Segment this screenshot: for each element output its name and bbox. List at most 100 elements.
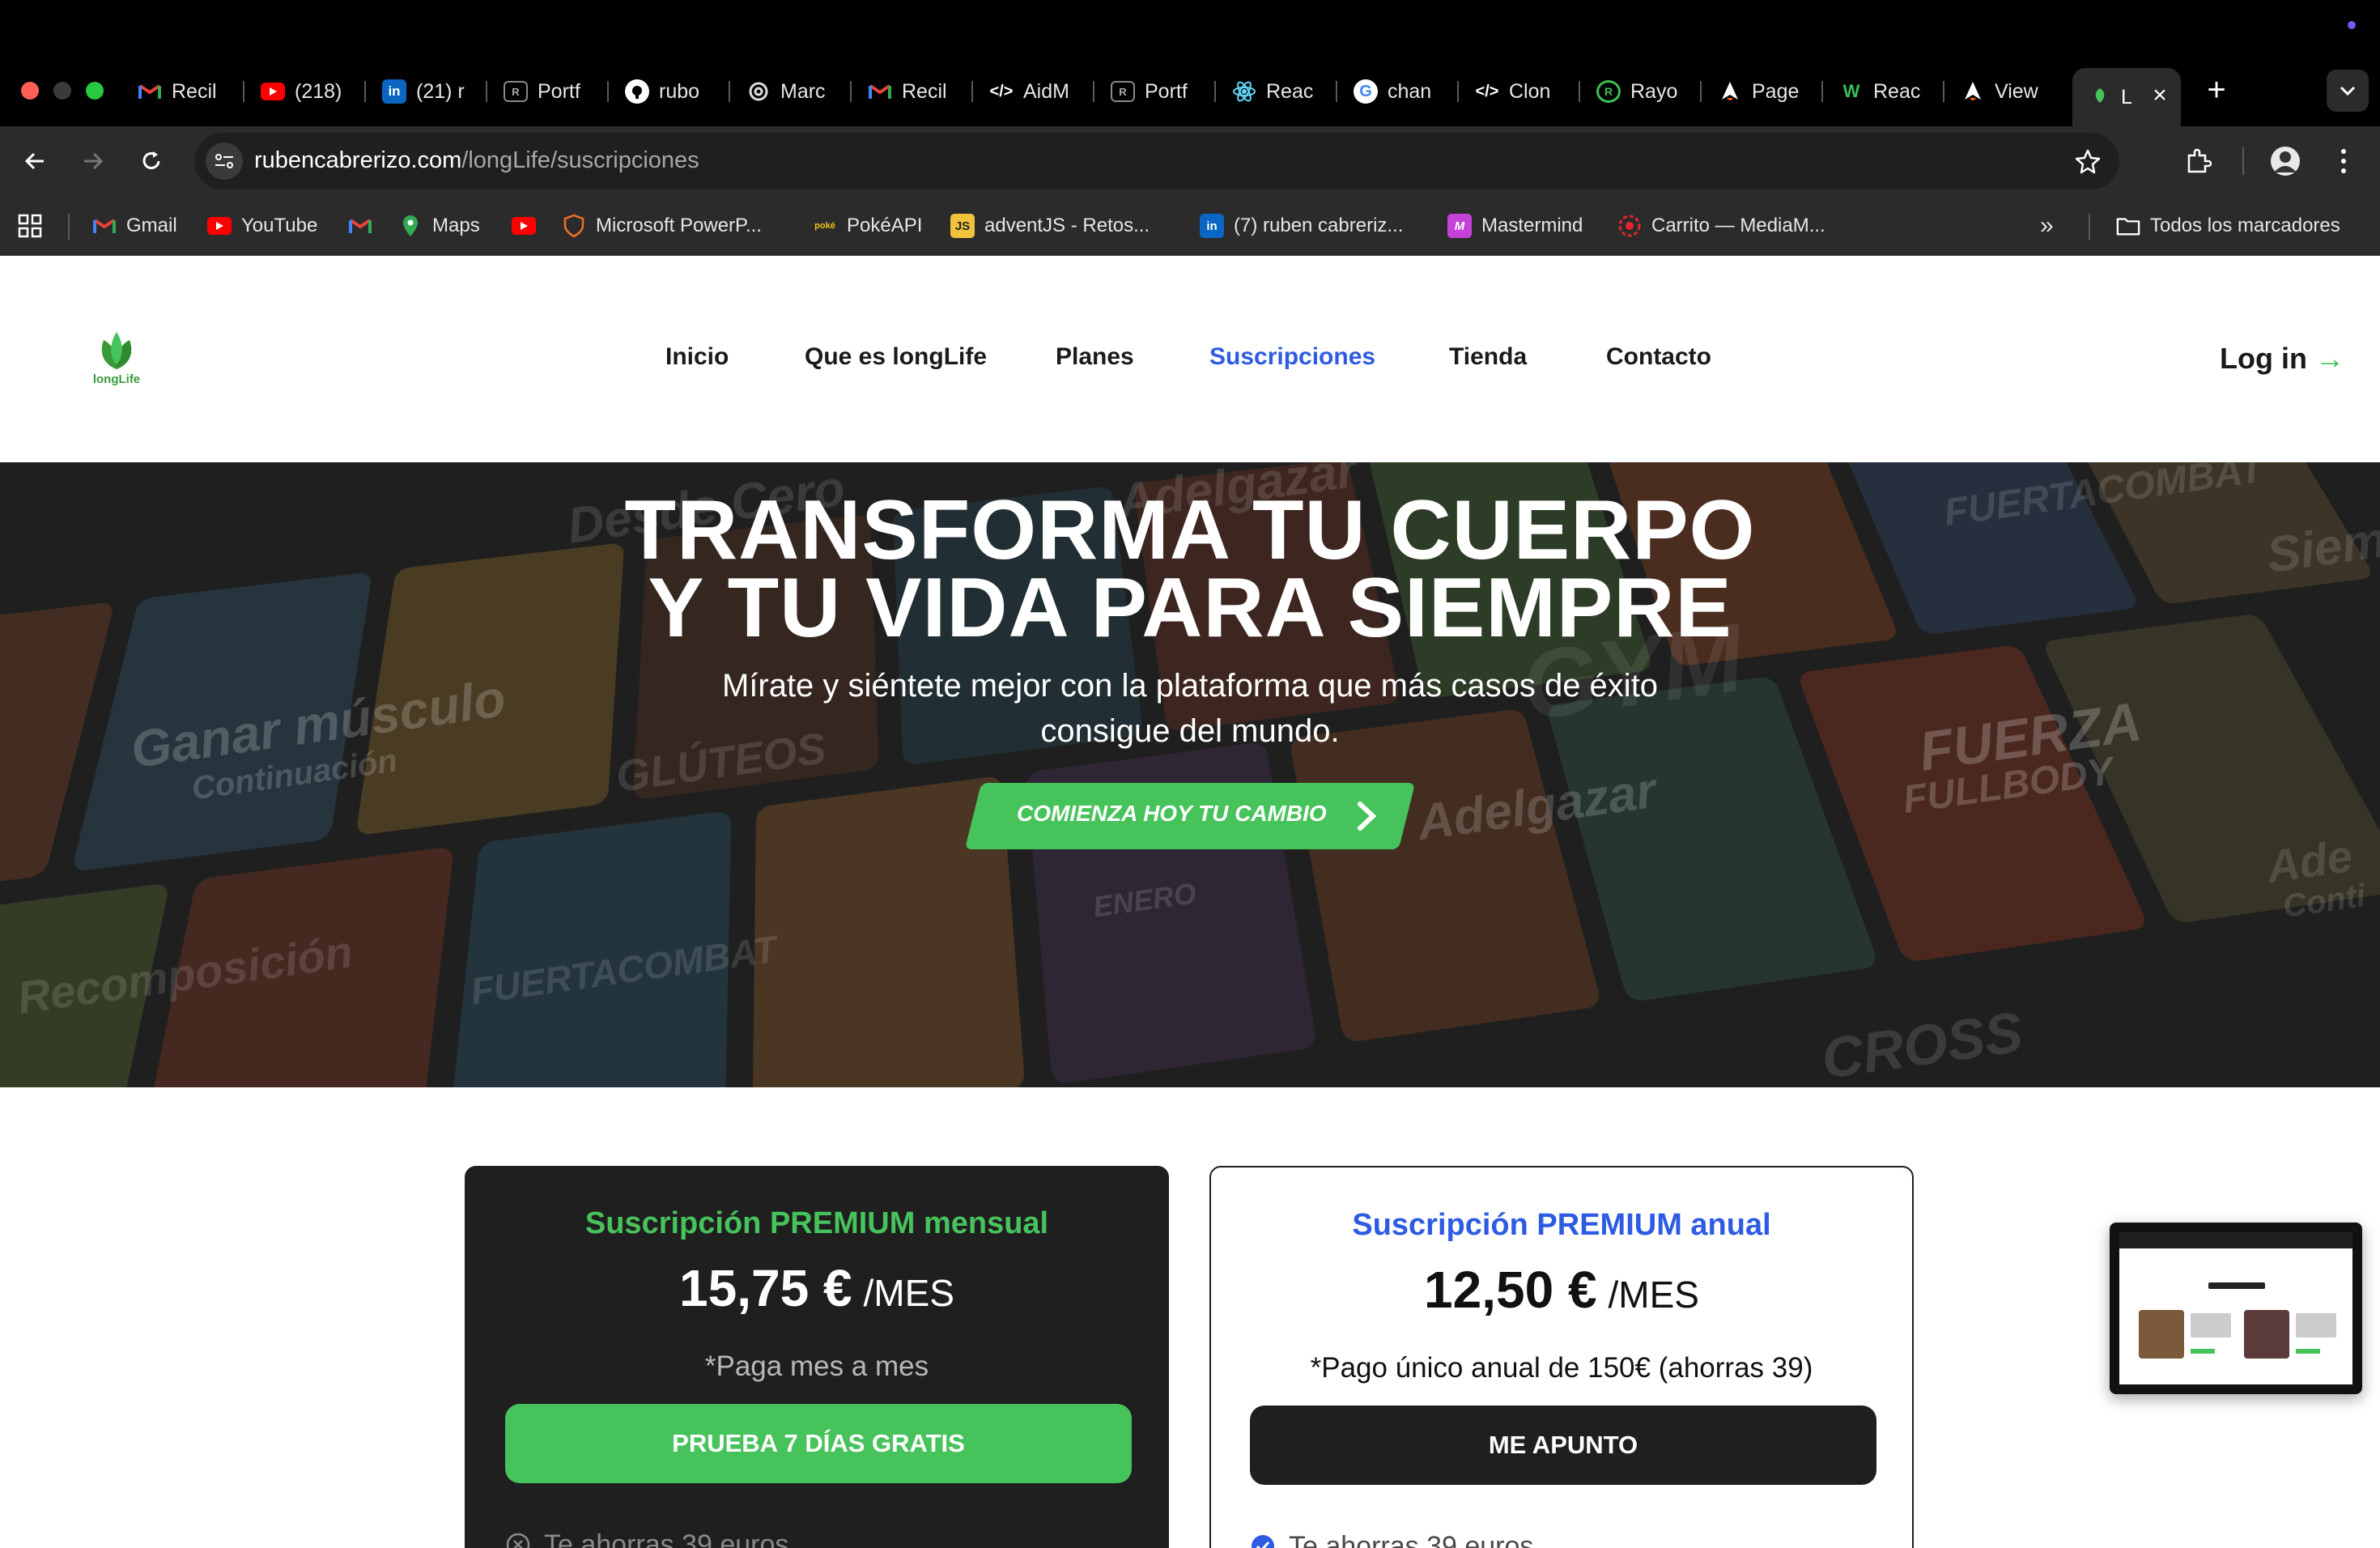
browser-toolbar: rubencabrerizo.com/longLife/suscripcione… <box>0 126 2380 196</box>
nav-suscripciones[interactable]: Suscripciones <box>1209 343 1375 371</box>
subscribe-button[interactable]: ME APUNTO <box>1250 1406 1876 1485</box>
hero-title-line-2: Y TU VIDA PARA SIEMPRE <box>648 561 1732 655</box>
browser-tab[interactable]: Page <box>1718 74 1808 108</box>
reload-button[interactable] <box>133 142 170 180</box>
browser-tab[interactable]: Recil <box>138 74 233 108</box>
tab-search-button[interactable] <box>2327 70 2369 112</box>
longlife-leaf-icon <box>101 332 132 369</box>
nav-contacto[interactable]: Contacto <box>1606 343 1711 371</box>
tab-separator <box>1579 81 1580 102</box>
chevron-right-icon[interactable] <box>1350 797 1383 835</box>
apps-grid-icon[interactable] <box>18 211 42 241</box>
bookmarks-overflow-button[interactable]: » <box>2040 211 2054 241</box>
forward-button[interactable] <box>74 142 112 180</box>
browser-tab[interactable]: W Reac <box>1839 74 1930 108</box>
gmail-icon <box>138 79 162 104</box>
browser-tab[interactable]: Marc <box>746 74 837 108</box>
price-amount: 15,75 € <box>679 1259 852 1317</box>
astro-icon <box>1718 79 1742 104</box>
chevron-down-icon <box>2340 86 2356 96</box>
longlife-logo[interactable]: longLife <box>84 324 149 392</box>
url-text: rubencabrerizo.com/longLife/suscripcione… <box>254 147 699 174</box>
browser-tab[interactable]: rubo <box>625 74 716 108</box>
tab-separator <box>486 81 487 102</box>
browser-tab[interactable]: (218) <box>261 74 351 108</box>
all-bookmarks-button[interactable]: Todos los marcadores <box>2116 211 2340 241</box>
hero-section: Desde Cero Adelgazar FUERTACOMBAT Siem G… <box>0 462 2380 1087</box>
browser-tab[interactable]: R Portf <box>1111 74 1201 108</box>
bookmark-gmail-2[interactable] <box>348 211 372 241</box>
browser-tab[interactable]: in (21) r <box>382 74 473 108</box>
bookmark-mediamarkt[interactable]: Carrito — MediaM... <box>1617 211 1825 241</box>
registered-icon: R <box>1111 81 1135 102</box>
browser-tab[interactable]: </> AidM <box>989 74 1080 108</box>
browser-tab[interactable]: G chan <box>1354 74 1444 108</box>
plan-note: *Pago único anual de 150€ (ahorras 39) <box>1310 1352 1813 1384</box>
tab-separator <box>1700 81 1702 102</box>
login-link[interactable]: Log in → <box>2220 342 2344 376</box>
bookmark-separator <box>2089 214 2090 240</box>
picture-in-picture-window[interactable] <box>2110 1223 2362 1394</box>
astro-icon <box>1961 79 1985 104</box>
gmail-icon <box>348 214 372 238</box>
youtube-icon <box>512 217 536 235</box>
window-minimize-button[interactable] <box>53 82 71 100</box>
plan-feature: Te ahorras 39 euros. <box>1250 1529 1541 1548</box>
plan-title: Suscripción PREMIUM mensual <box>584 1206 1049 1240</box>
bookmark-mastermind[interactable]: M Mastermind <box>1447 211 1583 241</box>
bookmark-microsoft-powerpoint[interactable]: Microsoft PowerP... <box>562 211 762 241</box>
site-info-icon[interactable] <box>206 142 243 180</box>
mediamarkt-icon <box>1617 214 1642 238</box>
browser-tab[interactable]: R Rayo <box>1596 74 1687 108</box>
bookmarks-bar: Gmail YouTube Maps Microsoft PowerP... p… <box>0 196 2380 256</box>
close-tab-icon[interactable]: × <box>2147 83 2173 108</box>
bookmark-pokeapi[interactable]: poké PokéAPI <box>813 211 922 241</box>
back-button[interactable] <box>16 142 53 180</box>
browser-tab[interactable]: Recil <box>868 74 958 108</box>
window-close-button[interactable] <box>21 82 39 100</box>
tab-separator <box>1943 81 1944 102</box>
plan-title-highlight: PREMIUM mensual <box>769 1206 1049 1240</box>
browser-tab[interactable]: View <box>1961 74 2051 108</box>
browser-tab[interactable]: </> Clon <box>1475 74 1566 108</box>
nav-inicio[interactable]: Inicio <box>665 343 729 371</box>
bookmark-gmail[interactable]: Gmail <box>92 211 177 241</box>
bookmark-maps[interactable]: Maps <box>398 211 480 241</box>
linkedin-icon: in <box>1200 214 1224 238</box>
reload-icon <box>142 151 160 169</box>
profile-avatar-icon[interactable] <box>2267 142 2304 180</box>
plan-title: Suscripción PREMIUM anual <box>1352 1208 1771 1242</box>
nav-que-es-longlife[interactable]: Que es longLife <box>805 343 987 371</box>
browser-menu-icon[interactable] <box>2325 142 2362 180</box>
linkedin-icon: in <box>382 79 406 104</box>
github-icon <box>625 79 649 104</box>
notification-dot <box>2348 21 2356 29</box>
bookmark-star-icon[interactable] <box>2071 144 2105 178</box>
extensions-icon[interactable] <box>2179 142 2216 180</box>
browser-tab[interactable]: Reac <box>1232 74 1323 108</box>
google-icon: G <box>1354 79 1378 104</box>
browser-tab-active[interactable]: L × <box>2072 68 2181 126</box>
bookmark-youtube-2[interactable] <box>512 211 536 241</box>
bookmark-adventjs[interactable]: JS adventJS - Retos... <box>950 211 1150 241</box>
hero-title: TRANSFORMA TU CUERPO Y TU VIDA PARA SIEM… <box>0 488 2380 655</box>
new-tab-button[interactable]: + <box>2200 74 2233 107</box>
cta-button-label[interactable]: COMIENZA HOY TU CAMBIO <box>1017 801 1327 827</box>
toolbar-separator <box>2242 147 2244 175</box>
bookmark-linkedin[interactable]: in (7) ruben cabreriz... <box>1200 211 1403 241</box>
tab-separator <box>364 81 366 102</box>
tab-separator <box>1214 81 1216 102</box>
shield-icon <box>562 214 586 238</box>
start-free-trial-button[interactable]: PRUEBA 7 DÍAS GRATIS <box>505 1404 1132 1483</box>
url-domain: rubencabrerizo.com <box>254 147 462 173</box>
nav-tienda[interactable]: Tienda <box>1449 343 1527 371</box>
tab-separator <box>243 81 244 102</box>
bookmark-youtube[interactable]: YouTube <box>207 211 317 241</box>
address-bar[interactable]: rubencabrerizo.com/longLife/suscripcione… <box>194 133 2119 189</box>
tab-separator <box>1821 81 1823 102</box>
plan-title-highlight: PREMIUM anual <box>1536 1208 1771 1242</box>
nav-planes[interactable]: Planes <box>1056 343 1134 371</box>
plan-feature: Te ahorras 39 euros. <box>505 1527 797 1548</box>
window-zoom-button[interactable] <box>86 82 104 100</box>
browser-tab[interactable]: R Portf <box>504 74 594 108</box>
